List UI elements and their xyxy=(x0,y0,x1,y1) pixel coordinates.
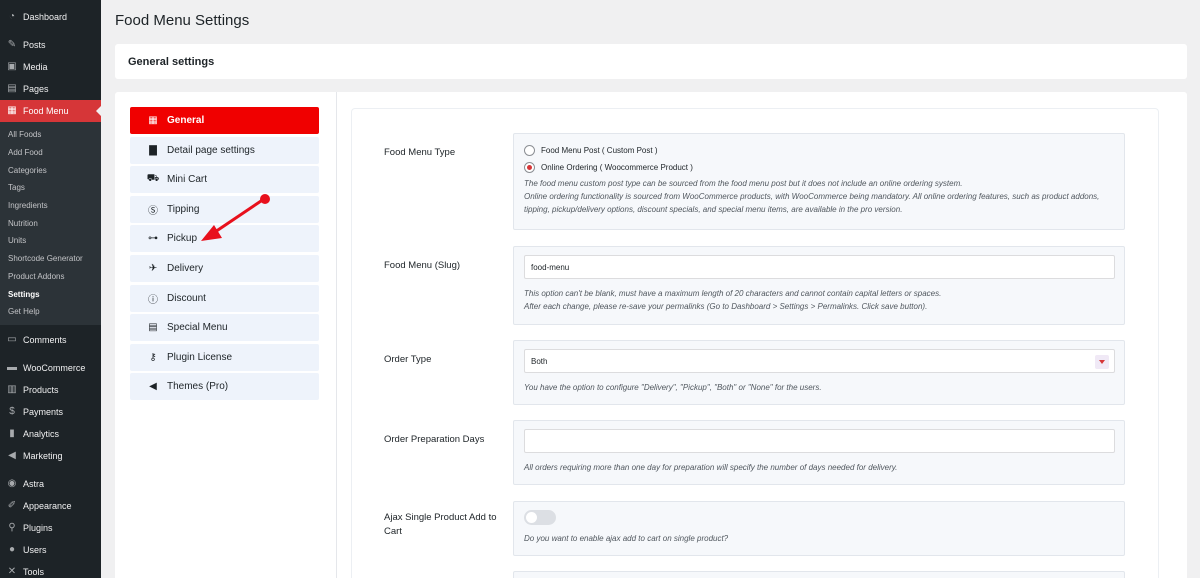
radio-option-custom-post[interactable]: Food Menu Post ( Custom Post ) xyxy=(524,142,1114,159)
pages-icon: ▤ xyxy=(7,83,17,94)
menu-appearance[interactable]: ✐ Appearance xyxy=(0,495,101,517)
analytics-icon: ▮ xyxy=(9,427,15,439)
food-menu-type-box: Food Menu Post ( Custom Post ) Online Or… xyxy=(513,133,1125,230)
order-type-box: Both You have the option to configure "D… xyxy=(513,340,1125,405)
page-title: Food Menu Settings xyxy=(115,12,250,29)
radio-option-online-ordering[interactable]: Online Ordering ( Woocommerce Product ) xyxy=(524,159,1114,176)
slug-input[interactable]: food-menu xyxy=(524,255,1115,279)
section-title: General settings xyxy=(128,55,215,68)
prep-days-label: Order Preparation Days xyxy=(384,434,485,445)
astra-icon: ◉ xyxy=(7,477,17,489)
menu-dashboard[interactable]: ◔ Dashboard xyxy=(0,6,101,28)
menu-analytics[interactable]: ▮ Analytics xyxy=(0,423,101,445)
pin-icon: ✎ xyxy=(7,39,17,50)
menu-plugins[interactable]: ⚲ Plugins xyxy=(0,517,101,539)
dollar-icon: Ⓢ xyxy=(148,205,158,217)
slug-desc-2: After each change, please re-save your p… xyxy=(524,301,928,311)
submenu-ingredients[interactable]: Ingredients xyxy=(0,197,101,215)
prep-days-box: All orders requiring more than one day f… xyxy=(513,420,1125,485)
tools-icon: ✕ xyxy=(7,565,17,577)
users-icon: ● xyxy=(8,543,16,555)
dashboard-icon: ◔ xyxy=(8,11,16,22)
submenu-units[interactable]: Units xyxy=(0,232,101,250)
products-icon: ▥ xyxy=(7,383,17,395)
tab-pickup[interactable]: ⊶ Pickup xyxy=(130,225,319,253)
slug-box: food-menu This option can't be blank, mu… xyxy=(513,246,1125,325)
submenu-nutrition[interactable]: Nutrition xyxy=(0,214,101,232)
document-icon: ▇ xyxy=(149,144,157,156)
tab-delivery[interactable]: ✈ Delivery xyxy=(130,254,319,282)
woocommerce-icon: ▬ xyxy=(7,361,17,373)
ajax-toggle[interactable] xyxy=(524,510,556,525)
content-divider xyxy=(336,92,337,578)
slug-desc-1: This option can't be blank, must have a … xyxy=(524,289,942,298)
appearance-icon: ✐ xyxy=(7,499,17,511)
order-type-desc: You have the option to configure "Delive… xyxy=(524,383,822,392)
comments-icon: ▭ xyxy=(7,333,17,345)
info-icon: ⓘ xyxy=(148,294,158,306)
tab-plugin-license[interactable]: ⚷ Plugin License xyxy=(130,343,319,371)
menu-media[interactable]: ▣ Media xyxy=(0,56,101,78)
plugins-icon: ⚲ xyxy=(8,521,16,533)
settings-tabs: ▦ General ▇ Detail page settings ⛟ Mini … xyxy=(130,107,319,403)
ajax-box: Do you want to enable ajax add to cart o… xyxy=(513,501,1125,556)
prep-days-input[interactable] xyxy=(524,429,1115,453)
ajax-desc: Do you want to enable ajax add to cart o… xyxy=(524,534,729,543)
settings-panel: ▦ General ▇ Detail page settings ⛟ Mini … xyxy=(115,92,1187,578)
admin-sidebar: ◔ Dashboard ✎ Posts ▣ Media ▤ Pages ▦ Fo… xyxy=(0,0,101,578)
ajax-label: Ajax Single Product Add to Cart xyxy=(384,512,497,537)
menu-woocommerce[interactable]: ▬ WooCommerce xyxy=(0,357,101,379)
payments-icon: $ xyxy=(9,405,15,417)
food-menu-submenu: All Foods Add Food Categories Tags Ingre… xyxy=(0,122,101,325)
food-menu-type-desc-2: Online ordering functionality is sourced… xyxy=(524,191,1100,214)
grid-icon: ▦ xyxy=(148,115,158,126)
menu-pages[interactable]: ▤ Pages xyxy=(0,78,101,100)
food-menu-type-label: Food Menu Type xyxy=(384,147,456,158)
menu-astra[interactable]: ◉ Astra xyxy=(0,473,101,495)
prep-days-desc: All orders requiring more than one day f… xyxy=(524,463,898,472)
car-icon: ⊶ xyxy=(148,233,158,245)
section-title-bar: General settings xyxy=(115,44,1187,79)
submenu-all-foods[interactable]: All Foods xyxy=(0,126,101,144)
submenu-settings[interactable]: Settings xyxy=(0,285,101,303)
key-icon: ⚷ xyxy=(149,351,157,363)
menu-products[interactable]: ▥ Products xyxy=(0,379,101,401)
menu-payments[interactable]: $ Payments xyxy=(0,401,101,423)
table-icon: ▤ xyxy=(148,322,158,334)
tab-special-menu[interactable]: ▤ Special Menu xyxy=(130,314,319,342)
menu-comments[interactable]: ▭ Comments xyxy=(0,329,101,351)
chevron-down-icon[interactable] xyxy=(1095,355,1109,369)
tab-tipping[interactable]: Ⓢ Tipping xyxy=(130,195,319,223)
slug-label: Food Menu (Slug) xyxy=(384,260,461,271)
food-menu-type-desc-1: The food menu custom post type can be so… xyxy=(524,179,963,188)
tab-discount[interactable]: ⓘ Discount xyxy=(130,284,319,312)
cart-icon: ⛟ xyxy=(146,173,160,185)
submenu-add-food[interactable]: Add Food xyxy=(0,144,101,162)
menu-posts[interactable]: ✎ Posts xyxy=(0,34,101,56)
next-row-box xyxy=(513,571,1125,578)
radio-custom-post[interactable] xyxy=(524,145,535,156)
menu-users[interactable]: ● Users xyxy=(0,539,101,561)
menu-marketing[interactable]: ◀ Marketing xyxy=(0,445,101,467)
submenu-product-addons[interactable]: Product Addons xyxy=(0,268,101,286)
media-icon: ▣ xyxy=(7,61,17,72)
tab-detail-page-settings[interactable]: ▇ Detail page settings xyxy=(130,136,319,164)
settings-card: Food Menu Type Food Menu Post ( Custom P… xyxy=(351,108,1159,578)
radio-online-ordering[interactable] xyxy=(524,162,535,173)
menu-tools[interactable]: ✕ Tools xyxy=(0,561,101,578)
megaphone-icon: ◀ xyxy=(149,381,157,393)
submenu-categories[interactable]: Categories xyxy=(0,161,101,179)
plane-icon: ✈ xyxy=(148,262,158,274)
marketing-icon: ◀ xyxy=(8,449,16,461)
order-type-label: Order Type xyxy=(384,354,432,365)
tab-mini-cart[interactable]: ⛟ Mini Cart xyxy=(130,166,319,194)
submenu-tags[interactable]: Tags xyxy=(0,179,101,197)
tab-themes-pro[interactable]: ◀ Themes (Pro) xyxy=(130,373,319,401)
tab-general[interactable]: ▦ General xyxy=(130,107,319,134)
food-menu-icon: ▦ xyxy=(7,105,17,116)
submenu-get-help[interactable]: Get Help xyxy=(0,303,101,321)
order-type-select[interactable]: Both xyxy=(524,349,1115,373)
submenu-shortcode-generator[interactable]: Shortcode Generator xyxy=(0,250,101,268)
menu-food-menu[interactable]: ▦ Food Menu xyxy=(0,100,101,122)
